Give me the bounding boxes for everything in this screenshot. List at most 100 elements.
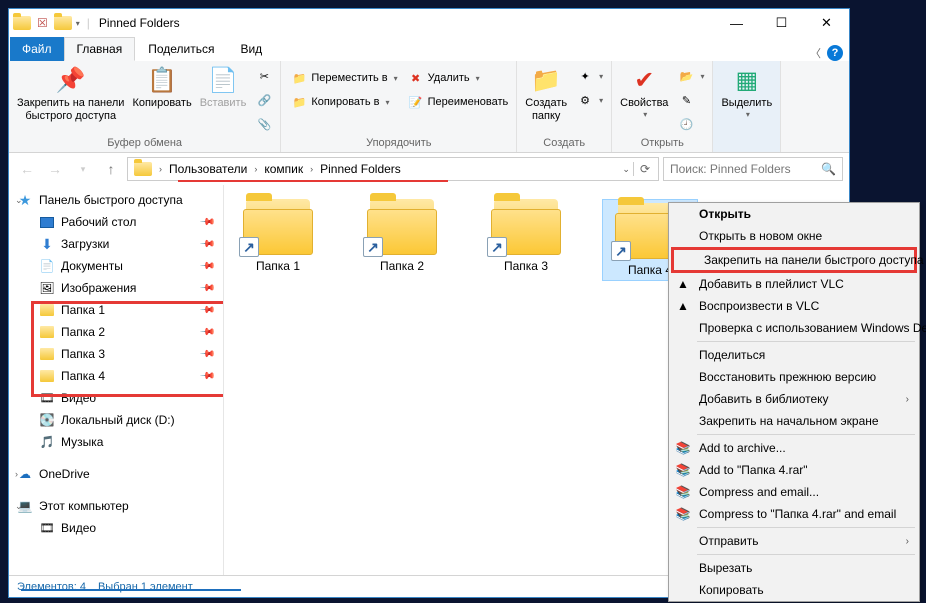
paste-shortcut-btn[interactable]: 📎: [252, 113, 276, 135]
address-bar-row: ← → ▾ ↑ › Пользователи› компик› Pinned F…: [9, 153, 849, 185]
ctx-rar-email[interactable]: 📚Compress and email...: [669, 481, 919, 503]
shortcut-icon: ↗: [239, 237, 259, 257]
file-label: Папка 4: [628, 263, 672, 277]
ctx-add-library[interactable]: Добавить в библиотеку›: [669, 388, 919, 410]
ribbon: 📌Закрепить на панели быстрого доступа 📋К…: [9, 61, 849, 153]
move-to-button[interactable]: 📁Переместить в▾: [287, 67, 401, 89]
ctx-open-new-window[interactable]: Открыть в новом окне: [669, 225, 919, 247]
copy-to-button[interactable]: 📁Копировать в▾: [287, 91, 401, 113]
qat-dropdown[interactable]: ▾: [74, 19, 82, 28]
nav-folder-4[interactable]: Папка 4📌: [9, 365, 223, 387]
ctx-vlc-add[interactable]: ▲Добавить в плейлист VLC: [669, 273, 919, 295]
annotation-underline: [178, 180, 448, 182]
nav-folder-1[interactable]: Папка 1📌: [9, 299, 223, 321]
nav-video[interactable]: 🎞Видео: [9, 387, 223, 409]
maximize-button[interactable]: ☐: [759, 9, 804, 37]
refresh-button[interactable]: ⟳: [633, 162, 656, 176]
select-button[interactable]: ▦Выделить▾: [717, 63, 776, 121]
folder-icon: [134, 162, 152, 176]
ribbon-tabs: Файл Главная Поделиться Вид 〈?: [9, 37, 849, 61]
breadcrumb-seg[interactable]: компик: [260, 158, 307, 180]
nav-video2[interactable]: 🎞Видео: [9, 517, 223, 539]
nav-downloads[interactable]: ⬇Загрузки📌: [9, 233, 223, 255]
easy-access-btn[interactable]: ⚙▾: [573, 89, 607, 111]
help-icon[interactable]: ?: [827, 45, 843, 61]
share-tab[interactable]: Поделиться: [135, 37, 227, 61]
up-button[interactable]: ↑: [99, 157, 123, 181]
nav-pane: ⌄★Панель быстрого доступа Рабочий стол📌 …: [9, 185, 224, 575]
breadcrumb-seg[interactable]: Pinned Folders: [316, 158, 405, 180]
nav-onedrive[interactable]: ›☁OneDrive: [9, 463, 223, 485]
nav-folder-3[interactable]: Папка 3📌: [9, 343, 223, 365]
app-icon: [13, 16, 31, 30]
ctx-rar-email-named[interactable]: 📚Compress to "Папка 4.rar" and email: [669, 503, 919, 525]
cut-btn[interactable]: ✂: [252, 65, 276, 87]
file-label: Папка 2: [380, 259, 424, 273]
nav-desktop[interactable]: Рабочий стол📌: [9, 211, 223, 233]
file-label: Папка 1: [256, 259, 300, 273]
qat-sep: |: [84, 16, 93, 30]
window-title: Pinned Folders: [99, 16, 180, 30]
nav-quick-access[interactable]: ⌄★Панель быстрого доступа: [9, 189, 223, 211]
minimize-button[interactable]: —: [714, 9, 759, 37]
titlebar: ☒ ▾ | Pinned Folders — ☐ ✕: [9, 9, 849, 37]
close-button[interactable]: ✕: [804, 9, 849, 37]
breadcrumb-seg[interactable]: Пользователи: [165, 158, 251, 180]
shortcut-icon: ↗: [611, 241, 631, 261]
ctx-cut[interactable]: Вырезать: [669, 557, 919, 579]
ctx-pin-to-qa[interactable]: Закрепить на панели быстрого доступа: [671, 247, 917, 273]
qat-btn[interactable]: ☒: [33, 16, 52, 30]
folder-item[interactable]: ↗ Папка 3: [478, 199, 574, 273]
back-button[interactable]: ←: [15, 157, 39, 181]
view-tab[interactable]: Вид: [227, 37, 275, 61]
properties-button[interactable]: ✔Свойства▾: [616, 63, 672, 121]
copy-button[interactable]: 📋Копировать: [128, 63, 195, 112]
new-folder-button[interactable]: 📁Создать папку: [521, 63, 571, 124]
open-btn[interactable]: 📂▾: [674, 65, 708, 87]
file-tab[interactable]: Файл: [10, 37, 64, 61]
forward-button[interactable]: →: [43, 157, 67, 181]
ctx-rar-add[interactable]: 📚Add to archive...: [669, 437, 919, 459]
nav-disk-d[interactable]: 💽Локальный диск (D:): [9, 409, 223, 431]
rename-button[interactable]: 📝Переименовать: [404, 91, 513, 113]
ctx-vlc-play[interactable]: ▲Воспроизвести в VLC: [669, 295, 919, 317]
nav-music[interactable]: 🎵Музыка: [9, 431, 223, 453]
shortcut-icon: ↗: [487, 237, 507, 257]
search-input[interactable]: Поиск: Pinned Folders🔍: [663, 157, 843, 181]
ctx-copy[interactable]: Копировать: [669, 579, 919, 601]
delete-button[interactable]: ✖Удалить▾: [404, 67, 513, 89]
edit-btn[interactable]: ✎: [674, 89, 708, 111]
recent-dropdown[interactable]: ▾: [71, 157, 95, 181]
folder-item[interactable]: ↗ Папка 1: [230, 199, 326, 273]
nav-pictures[interactable]: 🖼Изображения📌: [9, 277, 223, 299]
nav-folder-2[interactable]: Папка 2📌: [9, 321, 223, 343]
ribbon-collapse[interactable]: 〈: [810, 45, 821, 61]
group-label: Буфер обмена: [13, 137, 276, 150]
ctx-defender[interactable]: Проверка с использованием Windows Defe: [669, 317, 919, 339]
shortcut-icon: ↗: [363, 237, 383, 257]
folder-item[interactable]: ↗ Папка 2: [354, 199, 450, 273]
file-label: Папка 3: [504, 259, 548, 273]
ctx-rar-add-named[interactable]: 📚Add to "Папка 4.rar": [669, 459, 919, 481]
group-label: Создать: [521, 137, 607, 150]
nav-this-pc[interactable]: ⌄💻Этот компьютер: [9, 495, 223, 517]
copypath-btn[interactable]: 🔗: [252, 89, 276, 111]
breadcrumb[interactable]: › Пользователи› компик› Pinned Folders ⌄…: [127, 157, 659, 181]
qat-btn[interactable]: [54, 16, 72, 30]
paste-button[interactable]: 📄Вставить: [196, 63, 251, 112]
ctx-restore[interactable]: Восстановить прежнюю версию: [669, 366, 919, 388]
annotation-underline: [21, 589, 241, 591]
nav-documents[interactable]: 📄Документы📌: [9, 255, 223, 277]
group-label: Упорядочить: [285, 137, 512, 150]
context-menu: Открыть Открыть в новом окне Закрепить н…: [668, 202, 920, 602]
group-label: Открыть: [616, 137, 708, 150]
ctx-send-to[interactable]: Отправить›: [669, 530, 919, 552]
history-btn[interactable]: 🕘: [674, 113, 708, 135]
ctx-pin-start[interactable]: Закрепить на начальном экране: [669, 410, 919, 432]
home-tab[interactable]: Главная: [64, 37, 136, 61]
ctx-share[interactable]: Поделиться: [669, 344, 919, 366]
ctx-open[interactable]: Открыть: [669, 203, 919, 225]
new-item-btn[interactable]: ✦▾: [573, 65, 607, 87]
search-icon: 🔍: [821, 162, 836, 176]
pin-to-qa-button[interactable]: 📌Закрепить на панели быстрого доступа: [13, 63, 128, 124]
